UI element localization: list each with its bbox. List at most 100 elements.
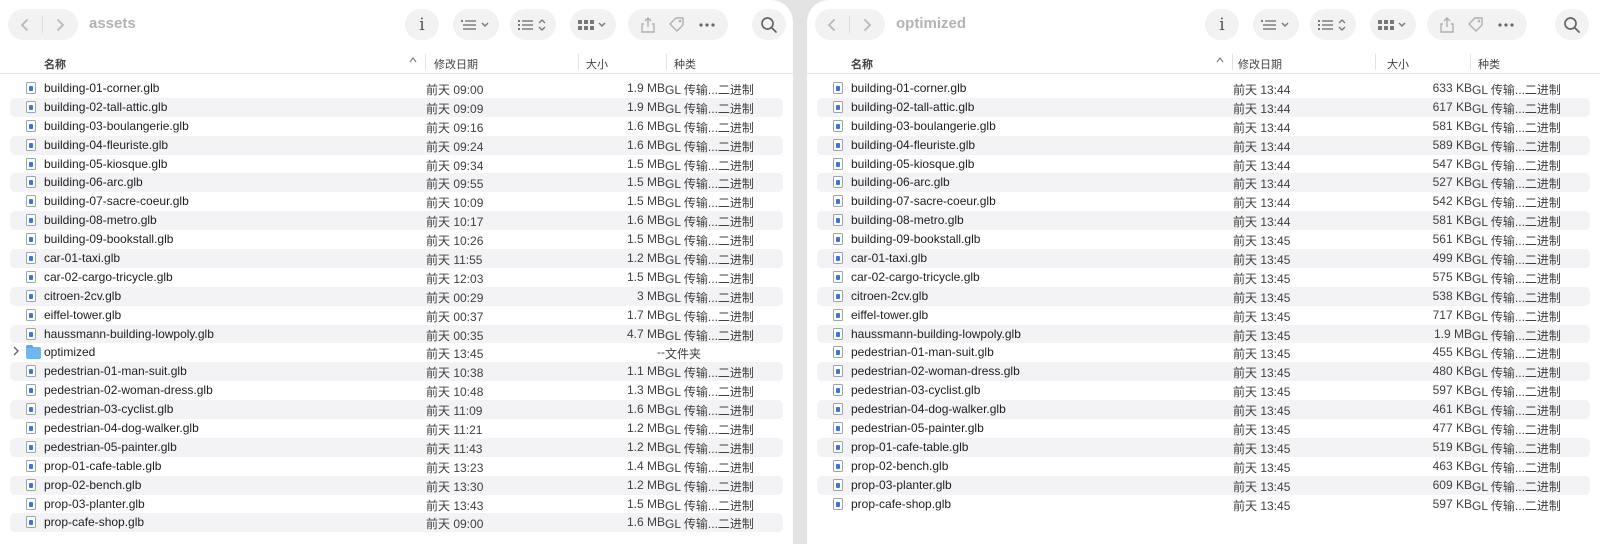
actions-group <box>628 9 728 40</box>
file-row[interactable]: building-05-kiosque.glb 前天 09:34 1.5 MB GL … <box>10 155 783 174</box>
file-row[interactable]: building-09-bookstall.glb 前天 13:45 561 KB G… <box>817 230 1590 249</box>
file-row[interactable]: pedestrian-05-painter.glb 前天 11:43 1.2 MB G… <box>10 437 783 457</box>
file-row[interactable]: pedestrian-05-painter.glb 前天 13:45 477 KB G… <box>817 419 1590 438</box>
file-row[interactable]: building-06-arc.glb 前天 09:55 1.5 MB GL 传输..… <box>10 173 783 193</box>
file-kind: GL 传输...二进制 <box>665 328 754 343</box>
file-row[interactable]: building-02-tall-attic.glb 前天 09:09 1.9 MB… <box>10 97 783 117</box>
folder-row[interactable]: optimized 前天 13:45 -- 文件夹 <box>10 343 783 362</box>
file-row[interactable]: pedestrian-01-man-suit.glb 前天 10:38 1.1 MB… <box>10 362 783 382</box>
file-row[interactable]: building-08-metro.glb 前天 10:17 1.6 MB GL 传输… <box>10 211 783 231</box>
file-row[interactable]: prop-02-bench.glb 前天 13:45 463 KB GL 传输...二… <box>817 457 1590 476</box>
forward-button[interactable] <box>850 9 884 40</box>
file-row[interactable]: building-02-tall-attic.glb 前天 13:44 617 KB… <box>817 97 1590 117</box>
file-row[interactable]: pedestrian-01-man-suit.glb 前天 13:45 455 KB… <box>817 343 1590 362</box>
toolbar: optimized i <box>807 0 1600 50</box>
file-row[interactable]: building-05-kiosque.glb 前天 13:44 547 KB GL … <box>817 155 1590 174</box>
file-row[interactable]: citroen-2cv.glb 前天 13:45 538 KB GL 传输...二进制 <box>817 286 1590 306</box>
glb-file-icon <box>833 82 843 94</box>
file-name: prop-02-bench.glb <box>44 477 142 492</box>
file-row[interactable]: building-07-sacre-coeur.glb 前天 13:44 542 K… <box>817 192 1590 211</box>
sort-button[interactable] <box>510 9 556 40</box>
file-kind: GL 传输...二进制 <box>665 517 754 532</box>
file-size: 547 KB <box>1432 156 1472 171</box>
sort-ascending-icon[interactable] <box>1215 55 1225 65</box>
glb-file-icon <box>26 308 36 321</box>
file-row[interactable]: prop-03-planter.glb 前天 13:45 609 KB GL 传输..… <box>817 475 1590 495</box>
tag-icon[interactable] <box>1467 16 1485 34</box>
back-button[interactable] <box>815 9 849 40</box>
search-button[interactable] <box>752 9 786 40</box>
file-row[interactable]: pedestrian-04-dog-walker.glb 前天 11:21 1.2 … <box>10 419 783 438</box>
view-options-button[interactable] <box>570 9 616 40</box>
file-row[interactable]: building-04-fleuriste.glb 前天 09:24 1.6 MB G… <box>10 135 783 155</box>
file-row[interactable]: eiffel-tower.glb 前天 00:37 1.7 MB GL 传输...二进… <box>10 306 783 325</box>
tag-icon[interactable] <box>668 16 686 34</box>
file-row[interactable]: building-07-sacre-coeur.glb 前天 10:09 1.5 M… <box>10 192 783 211</box>
file-row[interactable]: citroen-2cv.glb 前天 00:29 3 MB GL 传输...二进制 <box>10 286 783 306</box>
file-name: building-05-kiosque.glb <box>851 156 975 171</box>
file-row[interactable]: eiffel-tower.glb 前天 13:45 717 KB GL 传输...二进… <box>817 306 1590 325</box>
file-row[interactable]: pedestrian-04-dog-walker.glb 前天 13:45 461 … <box>817 400 1590 420</box>
file-size: 527 KB <box>1432 175 1472 190</box>
file-row[interactable]: prop-cafe-shop.glb 前天 13:45 597 KB GL 传输...… <box>817 495 1590 514</box>
file-row[interactable]: car-01-taxi.glb 前天 11:55 1.2 MB GL 传输...二进制 <box>10 249 783 268</box>
column-size[interactable]: 大小 <box>586 56 608 72</box>
file-row[interactable]: building-06-arc.glb 前天 13:44 527 KB GL 传输..… <box>817 173 1590 193</box>
file-row[interactable]: car-02-cargo-tricycle.glb 前天 13:45 575 KB G… <box>817 268 1590 287</box>
disclosure-chevron-icon[interactable] <box>12 345 20 357</box>
column-size[interactable]: 大小 <box>1387 56 1409 72</box>
file-row[interactable]: pedestrian-03-cyclist.glb 前天 11:09 1.6 MB G… <box>10 400 783 420</box>
file-row[interactable]: building-09-bookstall.glb 前天 10:26 1.5 MB G… <box>10 230 783 249</box>
file-row[interactable]: haussmann-building-lowpoly.glb 前天 00:35 4.… <box>10 324 783 344</box>
group-button[interactable] <box>1253 9 1299 40</box>
file-row[interactable]: pedestrian-02-woman-dress.glb 前天 13:45 480… <box>817 362 1590 382</box>
info-button[interactable]: i <box>405 9 439 40</box>
column-kind[interactable]: 种类 <box>674 56 696 72</box>
file-size: 463 KB <box>1432 458 1472 473</box>
more-icon[interactable] <box>698 22 716 28</box>
search-button[interactable] <box>1555 9 1589 40</box>
file-row[interactable]: pedestrian-03-cyclist.glb 前天 13:45 597 KB G… <box>817 381 1590 400</box>
sort-ascending-icon[interactable] <box>408 55 418 65</box>
file-row[interactable]: prop-02-bench.glb 前天 13:30 1.2 MB GL 传输...二… <box>10 475 783 495</box>
file-date: 前天 09:55 <box>426 177 484 192</box>
back-button[interactable] <box>8 9 42 40</box>
glb-file-icon <box>26 176 36 189</box>
list-group-icon <box>461 19 489 30</box>
share-icon[interactable] <box>640 16 656 34</box>
column-name[interactable]: 名称 <box>851 56 873 72</box>
info-button[interactable]: i <box>1205 9 1239 40</box>
file-row[interactable]: prop-01-cafe-table.glb 前天 13:23 1.4 MB GL 传… <box>10 457 783 476</box>
file-row[interactable]: building-08-metro.glb 前天 13:44 581 KB GL 传输… <box>817 211 1590 231</box>
chevron-left-icon <box>20 18 28 31</box>
file-date: 前天 11:43 <box>426 441 483 456</box>
file-row[interactable]: prop-03-planter.glb 前天 13:43 1.5 MB GL 传输..… <box>10 495 783 514</box>
file-kind: GL 传输...二进制 <box>665 423 754 438</box>
column-divider <box>425 54 426 70</box>
file-row[interactable]: prop-01-cafe-table.glb 前天 13:45 519 KB GL 传… <box>817 437 1590 457</box>
file-row[interactable]: building-04-fleuriste.glb 前天 13:44 589 KB G… <box>817 135 1590 155</box>
file-row[interactable]: prop-cafe-shop.glb 前天 09:00 1.6 MB GL 传输...… <box>10 513 783 533</box>
file-row[interactable]: pedestrian-02-woman-dress.glb 前天 10:48 1.3… <box>10 381 783 400</box>
view-options-button[interactable] <box>1370 9 1416 40</box>
column-date[interactable]: 修改日期 <box>1238 56 1282 72</box>
file-row[interactable]: building-01-corner.glb 前天 13:44 633 KB GL 传… <box>817 79 1590 98</box>
file-row[interactable]: building-03-boulangerie.glb 前天 09:16 1.6 M… <box>10 117 783 136</box>
group-button[interactable] <box>453 9 499 40</box>
file-row[interactable]: building-03-boulangerie.glb 前天 13:44 581 K… <box>817 117 1590 136</box>
column-date[interactable]: 修改日期 <box>434 56 478 72</box>
file-row[interactable]: haussmann-building-lowpoly.glb 前天 13:45 1.… <box>817 324 1590 344</box>
more-icon[interactable] <box>1497 22 1515 28</box>
file-size: 1.2 MB <box>626 421 665 436</box>
column-kind[interactable]: 种类 <box>1478 56 1500 72</box>
file-row[interactable]: car-01-taxi.glb 前天 13:45 499 KB GL 传输...二进制 <box>817 249 1590 268</box>
file-date: 前天 13:44 <box>1233 83 1291 97</box>
file-row[interactable]: building-01-corner.glb 前天 09:00 1.9 MB GL 传… <box>10 79 783 98</box>
share-icon[interactable] <box>1439 16 1455 34</box>
column-name[interactable]: 名称 <box>44 56 66 72</box>
file-row[interactable]: car-02-cargo-tricycle.glb 前天 12:03 1.5 MB G… <box>10 268 783 287</box>
forward-button[interactable] <box>43 9 77 40</box>
actions-group <box>1427 9 1527 40</box>
grid-icon <box>578 19 606 30</box>
sort-button[interactable] <box>1310 9 1356 40</box>
